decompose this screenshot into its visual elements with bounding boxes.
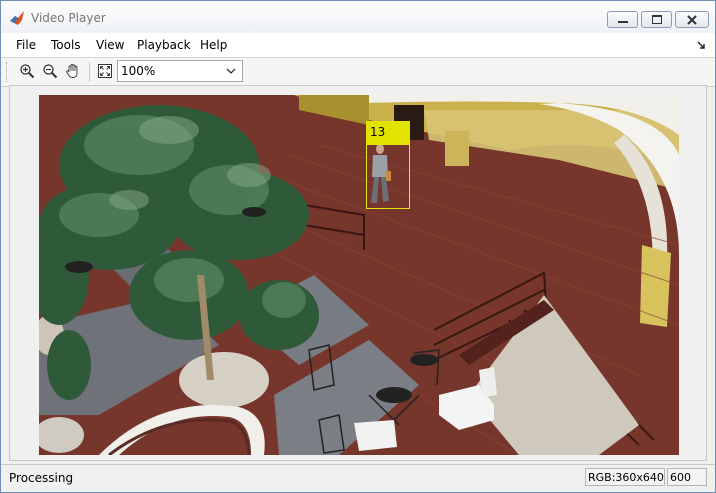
zoom-level-select[interactable]: 100%	[117, 60, 243, 82]
status-resolution: RGB:360x640	[585, 468, 665, 486]
toolbar-grip[interactable]	[6, 62, 10, 82]
chevron-down-icon	[226, 68, 236, 74]
status-text: Processing	[9, 471, 74, 485]
pan-button[interactable]	[63, 61, 83, 81]
zoom-in-button[interactable]	[17, 61, 37, 81]
menu-playback[interactable]: Playback	[137, 38, 191, 52]
menu-tools[interactable]: Tools	[51, 38, 81, 52]
maximize-icon	[651, 15, 662, 24]
menu-bar: File Tools View Playback Help	[1, 33, 715, 58]
pan-hand-icon	[66, 64, 78, 78]
status-frame-number: 600	[667, 468, 707, 486]
zoom-level-value: 100%	[121, 64, 156, 78]
menu-file[interactable]: File	[16, 38, 36, 52]
matlab-app-icon	[10, 11, 24, 25]
video-player-window: Video Player File Tools View Playback He…	[0, 0, 716, 493]
fit-to-window-icon	[98, 64, 112, 78]
maximize-button[interactable]	[641, 11, 672, 28]
close-button[interactable]	[675, 11, 709, 28]
video-frame-image	[39, 95, 679, 455]
track-label: 13	[366, 121, 410, 144]
zoom-out-icon	[43, 64, 58, 79]
menu-help[interactable]: Help	[200, 38, 227, 52]
minimize-icon	[617, 20, 628, 23]
toolbar: 100%	[1, 58, 715, 87]
zoom-out-button[interactable]	[40, 61, 60, 81]
video-frame[interactable]	[39, 95, 679, 455]
zoom-in-icon	[20, 64, 35, 79]
menu-view[interactable]: View	[96, 38, 124, 52]
toolbar-separator	[89, 62, 90, 82]
tracking-bounding-box	[366, 144, 410, 209]
title-bar[interactable]: Video Player	[1, 1, 715, 34]
fit-to-window-button[interactable]	[95, 61, 115, 81]
window-title: Video Player	[31, 11, 106, 25]
close-icon	[687, 14, 697, 25]
status-bar: Processing RGB:360x640 600	[1, 464, 715, 492]
dock-arrow-icon[interactable]	[697, 41, 705, 49]
minimize-button[interactable]	[607, 11, 638, 28]
